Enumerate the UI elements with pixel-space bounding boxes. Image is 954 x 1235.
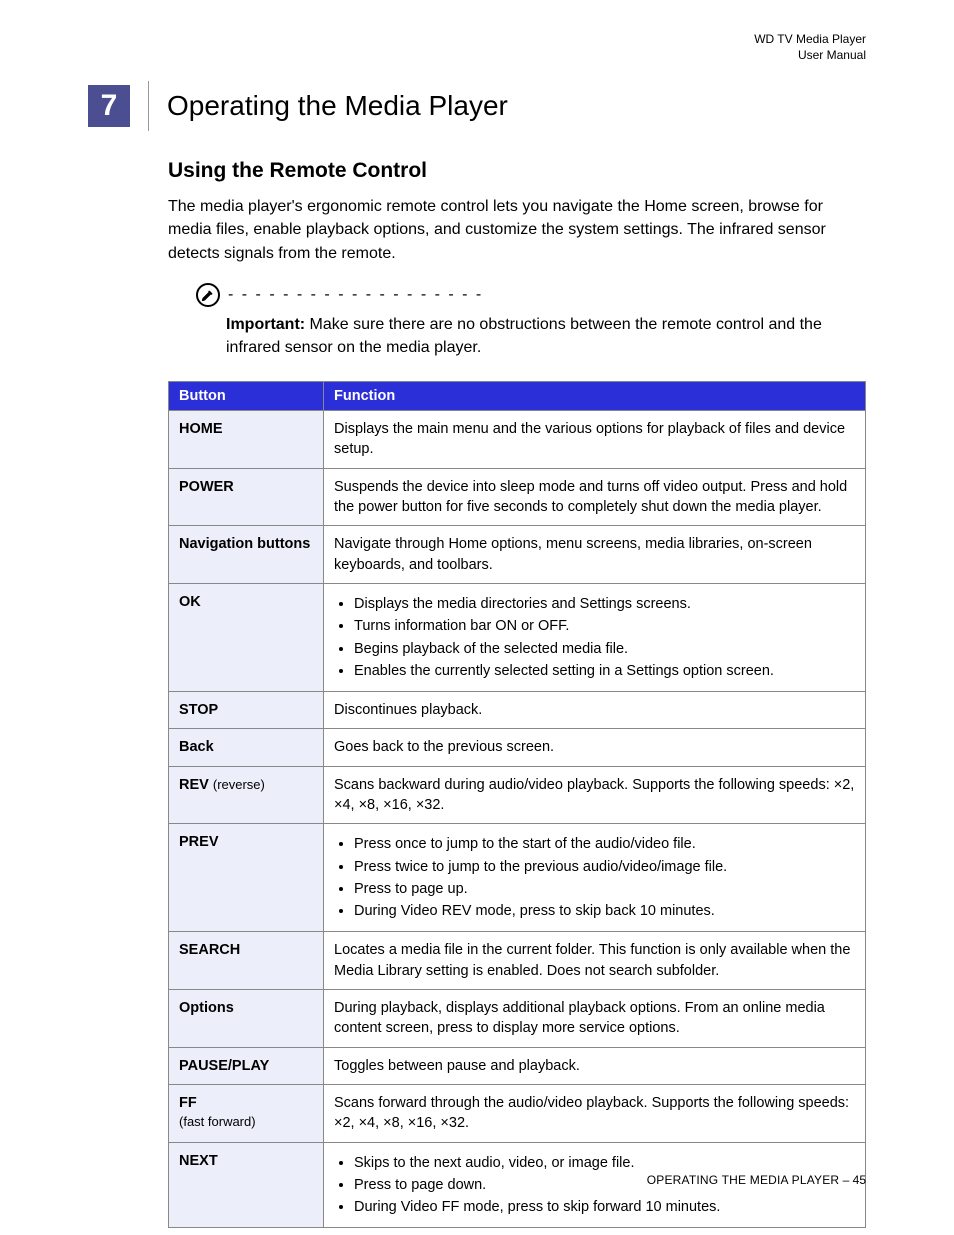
- footer-section: OPERATING THE MEDIA PLAYER: [647, 1173, 840, 1187]
- function-cell: Navigate through Home options, menu scre…: [324, 526, 866, 584]
- th-button: Button: [169, 382, 324, 411]
- table-row: PREV Press once to jump to the start of t…: [169, 824, 866, 932]
- button-cell: Back: [169, 729, 324, 766]
- list-item: Enables the currently selected setting i…: [354, 661, 855, 681]
- list-item: During Video FF mode, press to skip forw…: [354, 1197, 855, 1217]
- header-doc: User Manual: [88, 48, 866, 64]
- table-row: Navigation buttonsNavigate through Home …: [169, 526, 866, 584]
- table-row: STOPDiscontinues playback.: [169, 692, 866, 729]
- button-cell: PAUSE/PLAY: [169, 1047, 324, 1084]
- list-item: Press to page up.: [354, 879, 855, 899]
- table-row: POWERSuspends the device into sleep mode…: [169, 468, 866, 526]
- note-label: Important:: [226, 316, 305, 333]
- table-row: HOMEDisplays the main menu and the vario…: [169, 411, 866, 469]
- th-function: Function: [324, 382, 866, 411]
- table-row: PAUSE/PLAYToggles between pause and play…: [169, 1047, 866, 1084]
- function-cell: Locates a media file in the current fold…: [324, 932, 866, 990]
- important-note: - - - - - - - - - - - - - - - - - - - - …: [196, 283, 866, 359]
- function-cell: Displays the media directories and Setti…: [324, 583, 866, 691]
- note-body: Make sure there are no obstructions betw…: [226, 316, 822, 356]
- function-cell: Scans backward during audio/video playba…: [324, 766, 866, 824]
- pencil-icon: [196, 283, 220, 307]
- chapter-number-badge: 7: [88, 85, 130, 127]
- function-cell: Goes back to the previous screen.: [324, 729, 866, 766]
- function-cell: Suspends the device into sleep mode and …: [324, 468, 866, 526]
- button-cell: SEARCH: [169, 932, 324, 990]
- section-intro: The media player's ergonomic remote cont…: [168, 195, 866, 265]
- list-item: Turns information bar ON or OFF.: [354, 616, 855, 636]
- list-item: During Video REV mode, press to skip bac…: [354, 901, 855, 921]
- function-cell: Displays the main menu and the various o…: [324, 411, 866, 469]
- button-cell: POWER: [169, 468, 324, 526]
- table-row: OptionsDuring playback, displays additio…: [169, 990, 866, 1048]
- table-row: BackGoes back to the previous screen.: [169, 729, 866, 766]
- chapter-title: Operating the Media Player: [167, 90, 508, 122]
- list-item: Begins playback of the selected media fi…: [354, 639, 855, 659]
- function-cell: During playback, displays additional pla…: [324, 990, 866, 1048]
- button-cell: OK: [169, 583, 324, 691]
- function-cell: Discontinues playback.: [324, 692, 866, 729]
- button-cell: Options: [169, 990, 324, 1048]
- list-item: Skips to the next audio, video, or image…: [354, 1153, 855, 1173]
- page-header: WD TV Media Player User Manual: [88, 32, 866, 63]
- list-item: Displays the media directories and Setti…: [354, 594, 855, 614]
- section-title: Using the Remote Control: [168, 159, 866, 183]
- chapter-divider: [148, 81, 149, 131]
- list-item: Press once to jump to the start of the a…: [354, 834, 855, 854]
- button-cell: STOP: [169, 692, 324, 729]
- note-text: Important: Make sure there are no obstru…: [226, 313, 866, 359]
- button-cell: Navigation buttons: [169, 526, 324, 584]
- function-cell: Press once to jump to the start of the a…: [324, 824, 866, 932]
- chapter-heading: 7 Operating the Media Player: [88, 81, 866, 131]
- function-cell: Toggles between pause and playback.: [324, 1047, 866, 1084]
- footer-sep: –: [839, 1173, 852, 1187]
- header-product: WD TV Media Player: [88, 32, 866, 48]
- list-item: Press twice to jump to the previous audi…: [354, 857, 855, 877]
- table-row: OK Displays the media directories and Set…: [169, 583, 866, 691]
- function-cell: Scans forward through the audio/video pl…: [324, 1084, 866, 1142]
- button-cell: PREV: [169, 824, 324, 932]
- remote-buttons-table: Button Function HOMEDisplays the main me…: [168, 381, 866, 1228]
- button-cell: REV (reverse): [169, 766, 324, 824]
- page-footer: OPERATING THE MEDIA PLAYER – 45: [647, 1173, 866, 1187]
- footer-page: 45: [853, 1173, 866, 1187]
- button-cell: NEXT: [169, 1142, 324, 1228]
- button-cell: FF(fast forward): [169, 1084, 324, 1142]
- table-row: FF(fast forward)Scans forward through th…: [169, 1084, 866, 1142]
- table-row: REV (reverse)Scans backward during audio…: [169, 766, 866, 824]
- content-area: Using the Remote Control The media playe…: [168, 159, 866, 1228]
- note-dots: - - - - - - - - - - - - - - - - - - - - …: [228, 286, 488, 304]
- button-cell: HOME: [169, 411, 324, 469]
- table-row: SEARCHLocates a media file in the curren…: [169, 932, 866, 990]
